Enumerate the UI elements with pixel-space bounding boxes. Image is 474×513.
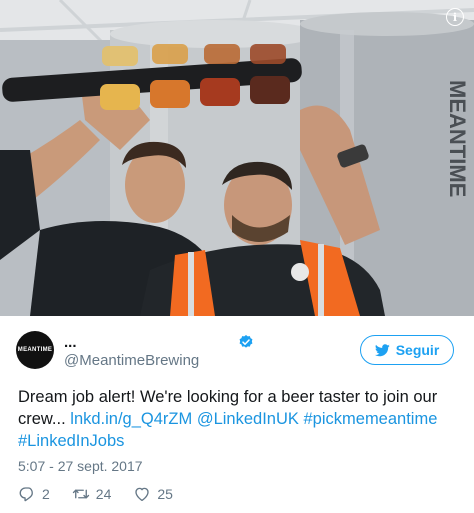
follow-button[interactable]: Seguir: [360, 335, 454, 365]
like-icon: [135, 487, 150, 502]
user-handle[interactable]: @MeantimeBrewing: [64, 352, 199, 369]
reply-count: 2: [42, 486, 50, 502]
tweet-text: Dream job alert! We're looking for a bee…: [18, 386, 458, 452]
mention-link[interactable]: @LinkedInUK: [197, 410, 299, 428]
verified-icon: [239, 335, 253, 348]
display-name[interactable]: ...: [64, 334, 77, 351]
avatar[interactable]: MEANTIME: [16, 331, 54, 369]
twitter-bird-icon: [374, 343, 390, 356]
tweet-link[interactable]: lnkd.in/g_Q4rZM: [70, 410, 192, 428]
reply-icon: [19, 487, 33, 502]
like-count: 25: [157, 486, 173, 502]
tank-text: MEANTIME: [445, 80, 470, 197]
retweet-count: 24: [95, 486, 112, 502]
retweet-icon: [72, 489, 89, 499]
like-button[interactable]: 25: [133, 485, 173, 503]
hashtag-linkedinjobs[interactable]: #LinkedInJobs: [18, 432, 124, 450]
follow-label: Seguir: [395, 342, 440, 358]
hashtag-pickmemeantime[interactable]: #pickmemeantime: [304, 410, 438, 428]
info-icon[interactable]: i: [446, 8, 464, 26]
avatar-logo-text: MEANTIME: [17, 347, 53, 353]
tweet-photo[interactable]: MEANTIME i: [0, 0, 474, 316]
photo-illustration: MEANTIME: [0, 0, 474, 316]
tweet-card: MEANTIME i MEANTIME ... @MeantimeBrewing…: [0, 0, 474, 513]
tweet-actions: 2 24 25: [18, 484, 195, 504]
timestamp[interactable]: 5:07 - 27 sept. 2017: [18, 458, 143, 474]
reply-button[interactable]: 2: [18, 485, 50, 503]
retweet-button[interactable]: 24: [72, 485, 112, 503]
